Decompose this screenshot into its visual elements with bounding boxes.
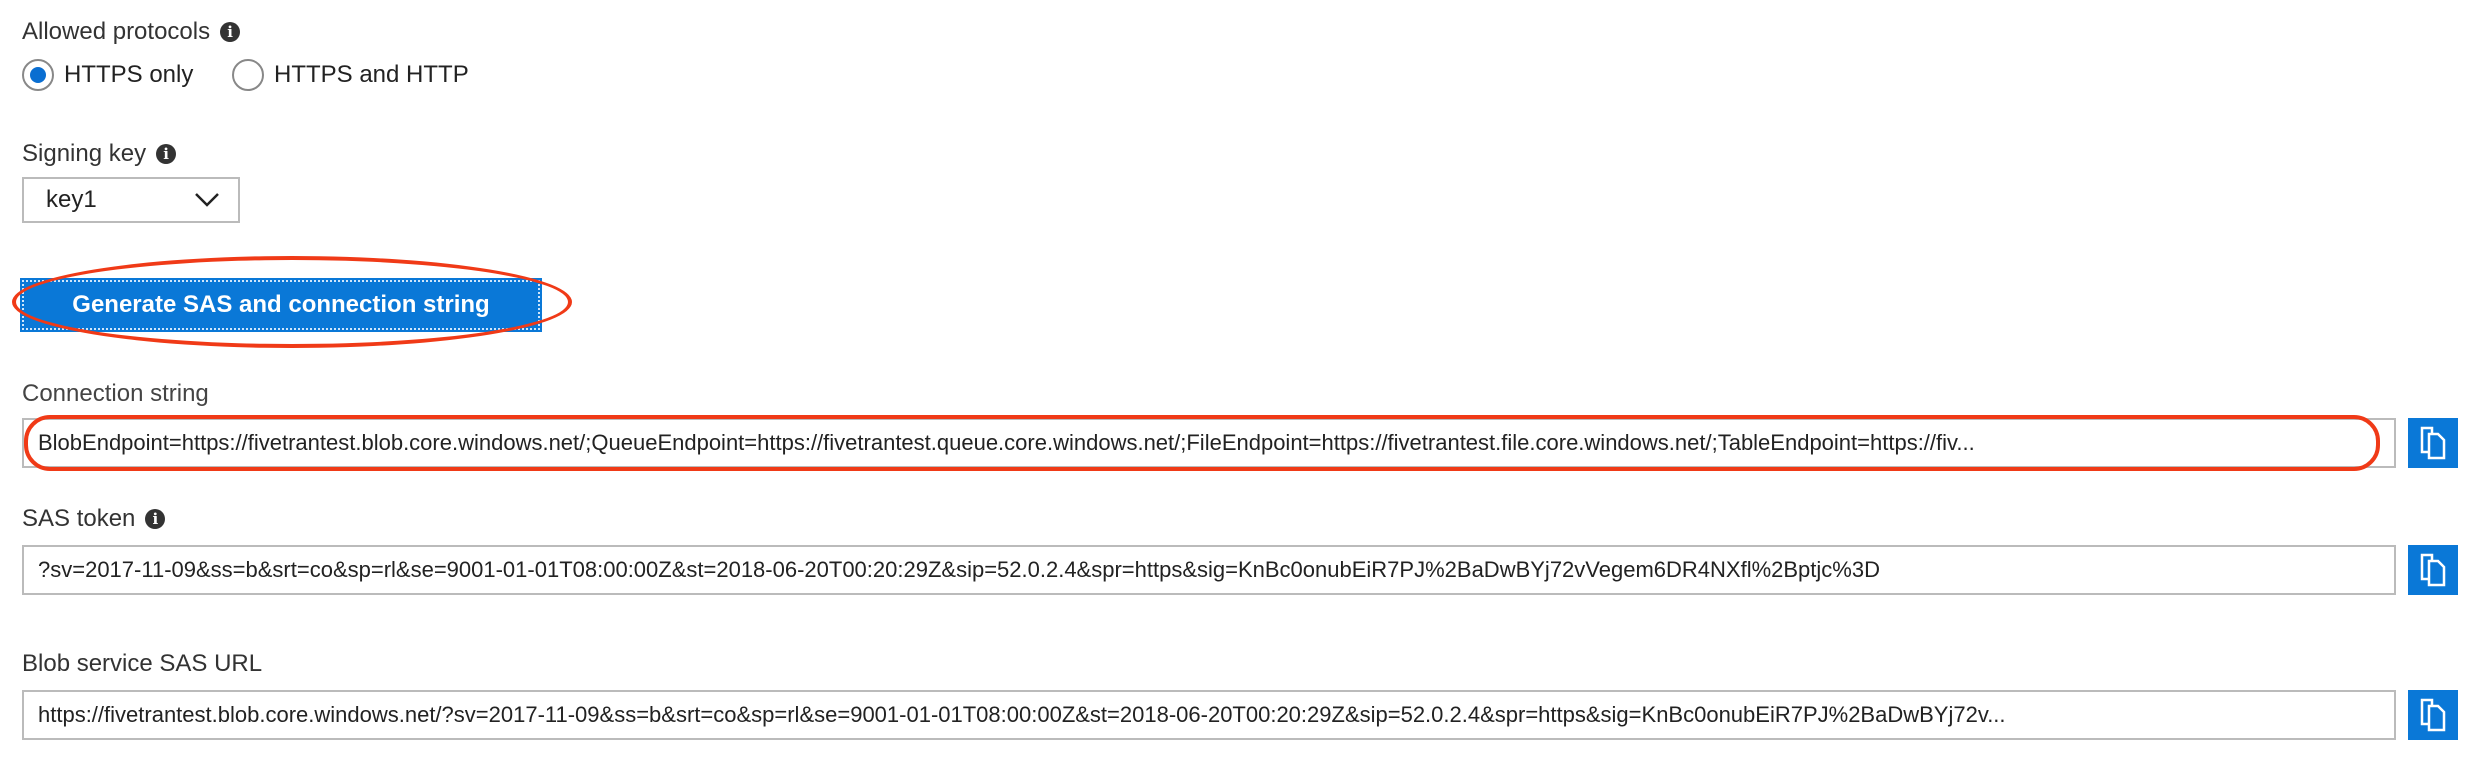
allowed-protocols-label: Allowed protocols i (22, 18, 241, 46)
signing-key-value: key1 (46, 186, 97, 213)
connection-string-value: BlobEndpoint=https://fivetrantest.blob.c… (38, 430, 1975, 455)
signing-key-select[interactable]: key1 (22, 177, 240, 223)
sas-token-value: ?sv=2017-11-09&ss=b&srt=co&sp=rl&se=9001… (38, 557, 1880, 582)
sas-token-text: SAS token (22, 505, 136, 532)
generate-sas-button[interactable]: Generate SAS and connection string (20, 278, 542, 332)
info-icon[interactable]: i (145, 509, 166, 529)
radio-button[interactable] (232, 59, 264, 91)
radio-label: HTTPS only (64, 61, 194, 88)
allowed-protocols-text: Allowed protocols (22, 18, 211, 45)
connection-string-text: Connection string (22, 380, 209, 407)
connection-string-field[interactable]: BlobEndpoint=https://fivetrantest.blob.c… (22, 418, 2396, 468)
chevron-down-icon (195, 193, 219, 207)
blob-sas-url-field[interactable]: https://fivetrantest.blob.core.windows.n… (22, 690, 2396, 740)
info-icon[interactable]: i (220, 22, 241, 42)
connection-string-label: Connection string (22, 380, 209, 408)
copy-icon (2420, 698, 2446, 732)
blob-sas-url-value: https://fivetrantest.blob.core.windows.n… (38, 702, 2006, 727)
copy-icon (2420, 426, 2446, 460)
signing-key-text: Signing key (22, 140, 147, 167)
radio-label: HTTPS and HTTP (274, 61, 469, 88)
radio-https-and-http[interactable]: HTTPS and HTTP (232, 59, 469, 91)
radio-https-only[interactable]: HTTPS only (22, 59, 193, 91)
radio-button-selected[interactable] (22, 59, 54, 91)
signing-key-label: Signing key i (22, 140, 177, 168)
blob-sas-url-text: Blob service SAS URL (22, 650, 263, 677)
copy-connection-string-button[interactable] (2408, 418, 2458, 468)
copy-icon (2420, 553, 2446, 587)
info-icon[interactable]: i (156, 144, 177, 164)
copy-blob-sas-url-button[interactable] (2408, 690, 2458, 740)
sas-token-label: SAS token i (22, 505, 166, 533)
sas-token-field[interactable]: ?sv=2017-11-09&ss=b&srt=co&sp=rl&se=9001… (22, 545, 2396, 595)
blob-sas-url-label: Blob service SAS URL (22, 650, 262, 678)
copy-sas-token-button[interactable] (2408, 545, 2458, 595)
